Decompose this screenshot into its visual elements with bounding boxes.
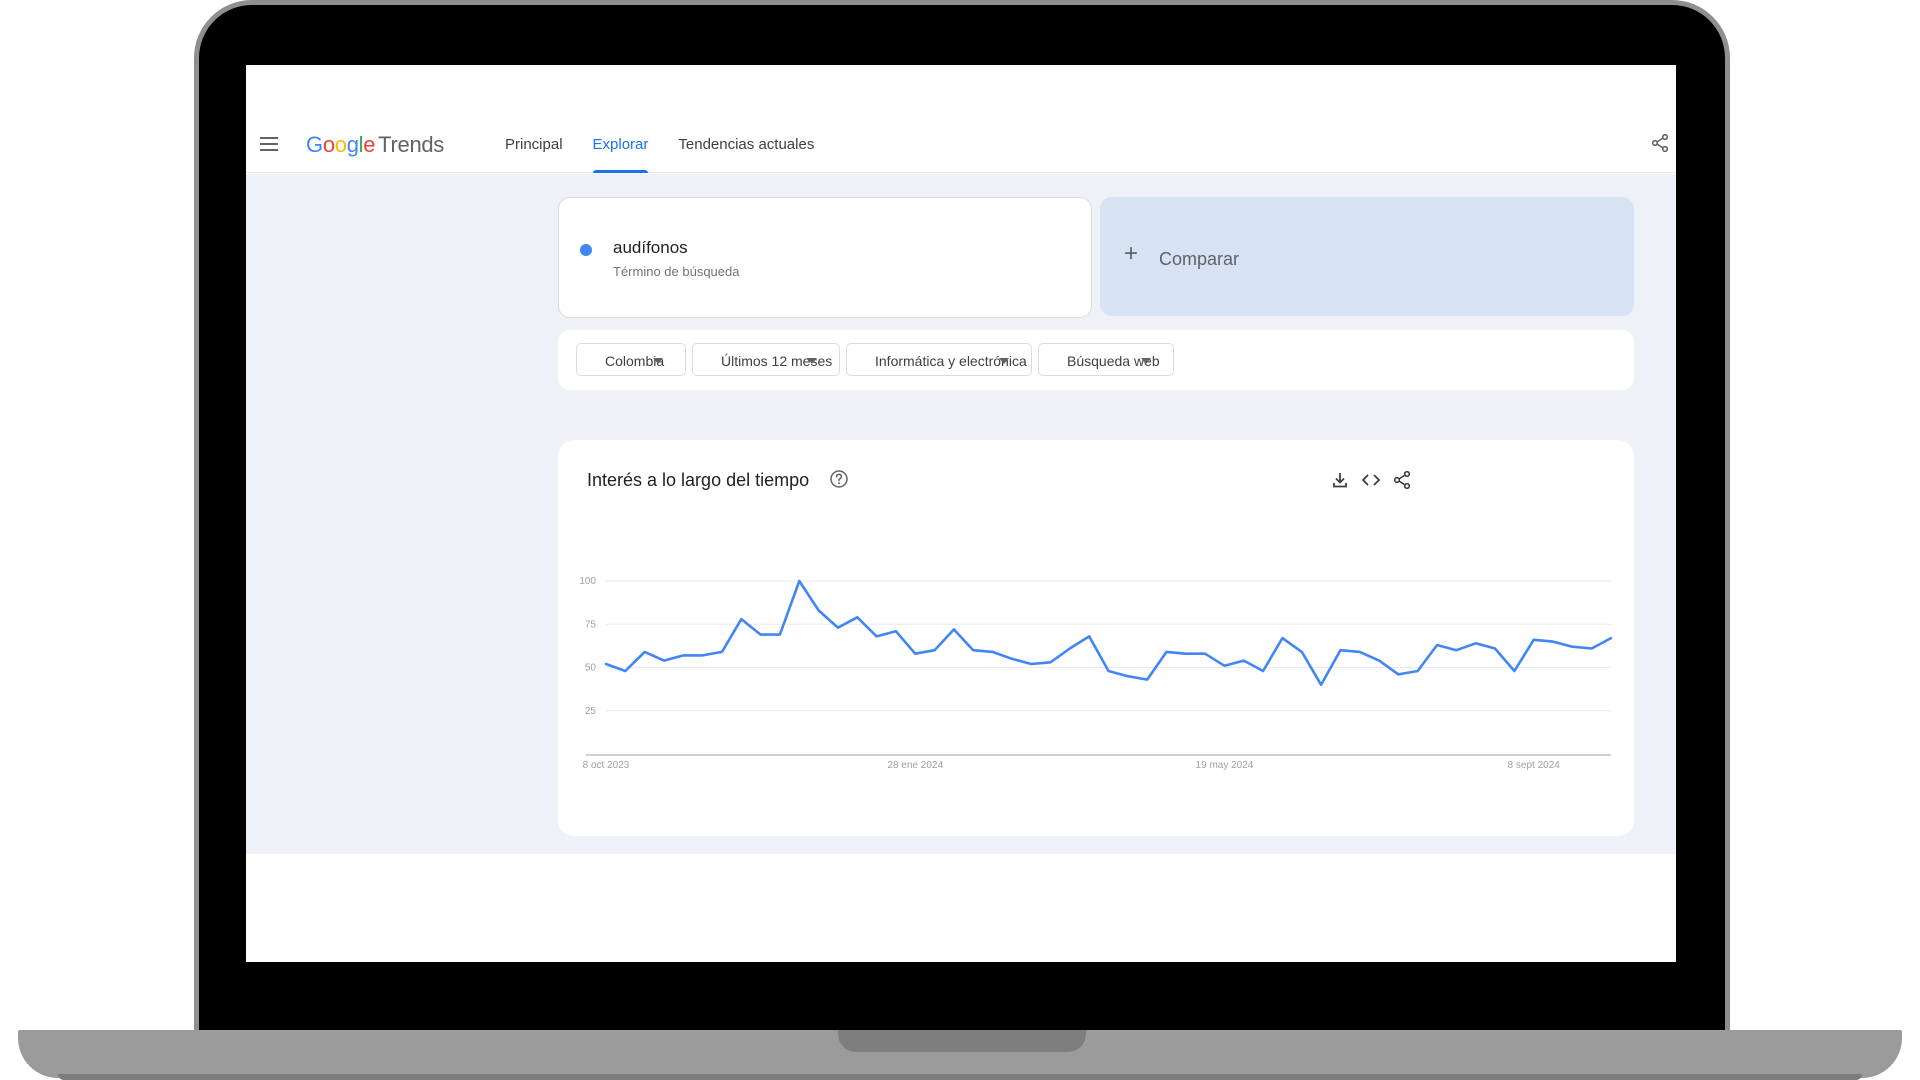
- logo-letter: g: [346, 132, 359, 157]
- filter-search-type[interactable]: Búsqueda web: [1038, 343, 1174, 376]
- main-nav: Principal Explorar Tendencias actuales: [490, 65, 829, 173]
- series-line: [604, 579, 1613, 687]
- search-term-name[interactable]: audífonos: [613, 238, 688, 258]
- x-tick-label: 8 oct 2023: [583, 760, 630, 771]
- embed-code-icon[interactable]: [1361, 470, 1381, 490]
- tab-principal[interactable]: Principal: [490, 65, 578, 173]
- top-header: Google Trends Principal Explorar Tendenci…: [246, 65, 1676, 173]
- filter-bar: Colombia Últimos 12 meses Informática y …: [558, 330, 1634, 390]
- chart-band: 25 50 75 100 8 oct 2023 28 ene 2024 19 may 202…: [246, 416, 1676, 854]
- laptop-screen: Google Trends Principal Explorar Tendenci…: [246, 65, 1676, 962]
- y-tick-label: 75: [585, 619, 597, 630]
- x-tick-label: 8 sept 2024: [1508, 760, 1561, 771]
- dropdown-caret-icon: [807, 358, 817, 364]
- x-tick-label: 19 may 2024: [1196, 760, 1254, 771]
- logo-letter: o: [334, 132, 347, 157]
- y-tick-label: 50: [585, 663, 597, 674]
- logo-letter: o: [322, 132, 335, 157]
- share-icon[interactable]: [1392, 470, 1412, 490]
- y-tick-label: 100: [579, 576, 596, 587]
- dropdown-caret-icon: [653, 358, 663, 364]
- chart-title: Interés a lo largo del tiempo: [587, 470, 810, 490]
- help-icon[interactable]: [829, 469, 849, 489]
- tab-explorar[interactable]: Explorar: [578, 65, 664, 173]
- series-color-dot: [580, 244, 592, 256]
- laptop-base-shadow: [58, 1074, 1862, 1080]
- interest-over-time-chart[interactable]: 25 50 75 100 8 oct 2023 28 ene 2024 19 may 202…: [558, 440, 1634, 836]
- logo-product-name: Trends: [378, 132, 445, 157]
- menu-icon[interactable]: [260, 137, 278, 151]
- interest-over-time-card: 25 50 75 100 8 oct 2023 28 ene 2024 19 may 202…: [558, 440, 1634, 836]
- google-trends-logo[interactable]: Google Trends: [306, 132, 444, 158]
- filter-time-range[interactable]: Últimos 12 meses: [692, 343, 840, 376]
- search-band: audífonos Término de búsqueda + Comparar…: [246, 174, 1676, 416]
- download-icon[interactable]: [1330, 470, 1350, 490]
- x-tick-label: 28 ene 2024: [887, 760, 943, 771]
- filter-category[interactable]: Informática y electrónica: [846, 343, 1032, 376]
- tab-tendencias-actuales[interactable]: Tendencias actuales: [663, 65, 829, 173]
- logo-letter: e: [363, 132, 376, 157]
- laptop-notch: [838, 1030, 1086, 1052]
- y-tick-label: 25: [585, 706, 597, 717]
- page-footer-area: [246, 854, 1676, 962]
- dropdown-caret-icon: [999, 358, 1009, 364]
- plus-icon: +: [1124, 240, 1139, 267]
- search-term-card[interactable]: audífonos Término de búsqueda: [558, 197, 1092, 318]
- filter-region[interactable]: Colombia: [576, 343, 686, 376]
- compare-button[interactable]: + Comparar: [1100, 197, 1634, 316]
- share-icon[interactable]: [1650, 133, 1670, 153]
- compare-label: Comparar: [1159, 249, 1240, 269]
- dropdown-caret-icon: [1141, 358, 1151, 364]
- search-term-type: Término de búsqueda: [613, 264, 740, 279]
- logo-letter: G: [306, 132, 323, 157]
